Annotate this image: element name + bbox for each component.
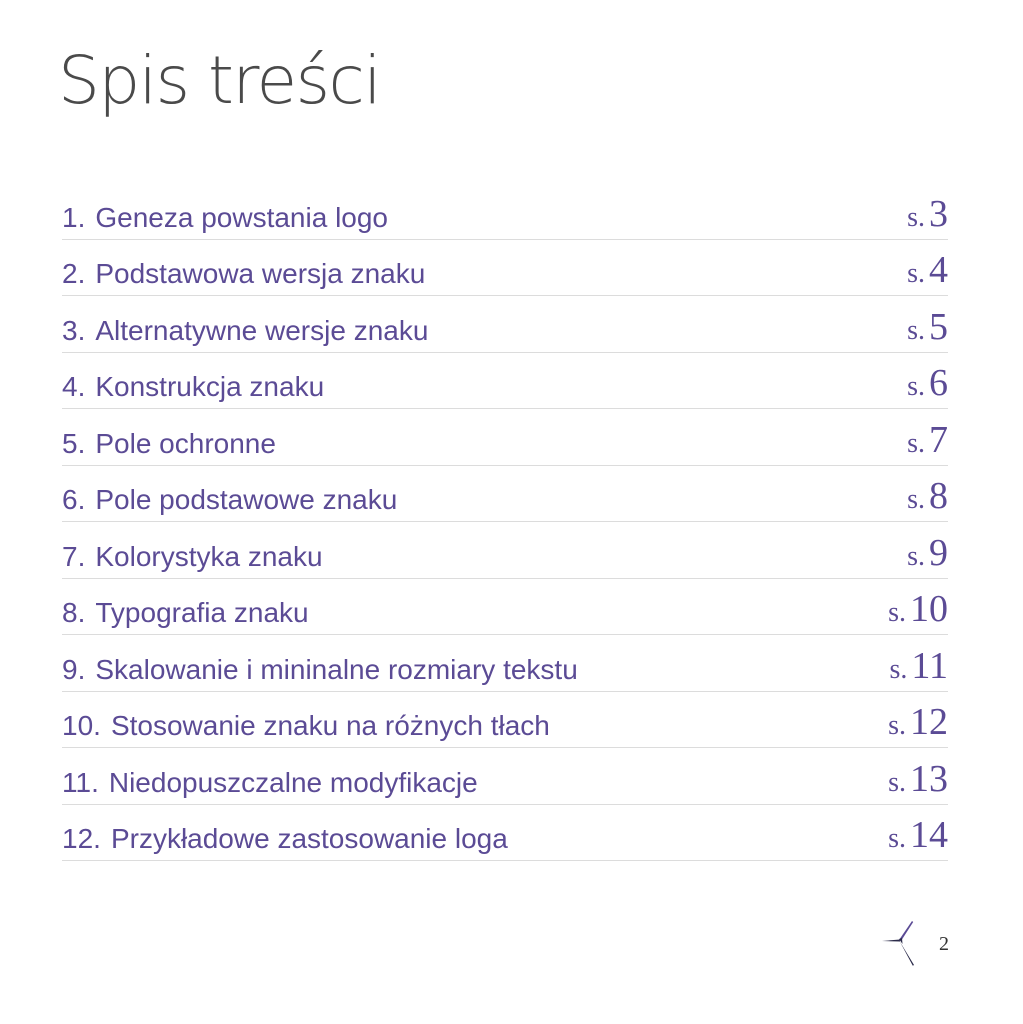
toc-item-title: Podstawowa wersja znaku (95, 258, 426, 289)
toc-item-number: 11. (62, 766, 99, 798)
toc-item-number: 2. (62, 258, 86, 289)
toc-page-number: 13 (910, 757, 948, 800)
toc-item-title: Skalowanie i mininalne rozmiary tekstu (95, 653, 578, 685)
toc-page-prefix: s. (888, 710, 906, 741)
toc-page-number: 7 (929, 418, 948, 461)
toc-item-label: 10. Stosowanie znaku na różnych tłach (62, 710, 550, 742)
toc-item-5[interactable]: 5. Pole ochronne s. 7 (62, 409, 948, 466)
toc-item-label: 3. Alternatywne wersje znaku (62, 315, 428, 347)
toc-item-label: 6. Pole podstawowe znaku (62, 484, 397, 516)
toc-item-8[interactable]: 8. Typografia znaku s. 10 (62, 579, 948, 635)
toc-item-1[interactable]: 1. Geneza powstania logo s. 3 (62, 183, 948, 240)
toc-page-prefix: s. (889, 653, 908, 685)
toc-item-label: 7. Kolorystyka znaku (62, 541, 323, 573)
toc-page-number: 3 (929, 192, 948, 235)
toc-page-number: 9 (929, 531, 948, 574)
toc-item-title: Geneza powstania logo (95, 201, 389, 233)
table-of-contents: 1. Geneza powstania logo s. 3 2. Podstawowa… (62, 183, 948, 861)
page-number: 2 (939, 933, 949, 955)
toc-item-page: s. 13 (888, 760, 948, 798)
toc-page-prefix: s. (907, 258, 925, 289)
toc-item-page: s. 14 (888, 816, 948, 854)
toc-item-label: 8. Typografia znaku (62, 597, 309, 629)
toc-item-page: s. 4 (907, 251, 948, 289)
toc-item-page: s. 3 (907, 195, 948, 233)
toc-item-title: Typografia znaku (95, 597, 309, 628)
toc-page-prefix: s. (888, 597, 906, 628)
toc-page-number: 10 (910, 588, 948, 630)
toc-item-title: Pole podstawowe znaku (95, 484, 398, 515)
toc-item-number: 7. (62, 540, 86, 572)
toc-page-number: 5 (929, 305, 948, 348)
toc-item-label: 12. Przykładowe zastosowanie loga (62, 823, 508, 855)
toc-item-number: 6. (62, 484, 86, 515)
toc-item-label: 1. Geneza powstania logo (62, 202, 388, 234)
toc-item-title: Konstrukcja znaku (95, 371, 325, 402)
toc-page-number: 11 (911, 644, 948, 687)
toc-item-title: Niedopuszczalne modyfikacje (108, 766, 478, 798)
toc-item-page: s. 7 (907, 421, 948, 459)
toc-item-number: 10. (62, 710, 101, 741)
toc-item-page: s. 6 (907, 364, 948, 402)
toc-item-page: s. 8 (907, 477, 948, 515)
toc-page-prefix: s. (888, 823, 906, 854)
toc-item-6[interactable]: 6. Pole podstawowe znaku s. 8 (62, 466, 948, 522)
toc-page-prefix: s. (907, 201, 925, 233)
toc-page-prefix: s. (907, 427, 925, 459)
toc-item-title: Stosowanie znaku na różnych tłach (110, 710, 550, 741)
toc-item-3[interactable]: 3. Alternatywne wersje znaku s. 5 (62, 296, 948, 353)
toc-item-page: s. 5 (907, 308, 948, 346)
toc-item-7[interactable]: 7. Kolorystyka znaku s. 9 (62, 522, 948, 579)
toc-item-number: 1. (62, 201, 86, 233)
toc-page-number: 6 (929, 362, 948, 404)
toc-page-prefix: s. (907, 371, 925, 402)
toc-item-9[interactable]: 9. Skalowanie i mininalne rozmiary tekstu… (62, 635, 948, 692)
star-logo-icon (882, 921, 914, 966)
toc-item-title: Pole ochronne (95, 427, 276, 459)
toc-item-number: 12. (62, 823, 101, 854)
toc-item-label: 11. Niedopuszczalne modyfikacje (62, 767, 478, 799)
toc-item-4[interactable]: 4. Konstrukcja znaku s. 6 (62, 353, 948, 409)
toc-page-prefix: s. (907, 540, 925, 572)
toc-page-number: 8 (929, 475, 948, 517)
toc-item-page: s. 10 (888, 590, 948, 628)
toc-item-label: 9. Skalowanie i mininalne rozmiary tekstu (62, 654, 578, 686)
toc-item-title: Przykładowe zastosowanie loga (110, 823, 508, 854)
toc-item-label: 4. Konstrukcja znaku (62, 371, 324, 403)
toc-item-12[interactable]: 12. Przykładowe zastosowanie loga s. 14 (62, 805, 948, 861)
toc-item-2[interactable]: 2. Podstawowa wersja znaku s. 4 (62, 240, 948, 296)
toc-item-number: 4. (62, 371, 86, 402)
toc-item-number: 3. (62, 314, 86, 346)
toc-page-number: 14 (910, 814, 948, 856)
toc-item-number: 9. (62, 653, 86, 685)
toc-page-prefix: s. (888, 766, 906, 798)
toc-item-label: 2. Podstawowa wersja znaku (62, 258, 425, 290)
toc-item-title: Kolorystyka znaku (95, 540, 323, 572)
toc-page-prefix: s. (907, 314, 925, 346)
toc-item-11[interactable]: 11. Niedopuszczalne modyfikacje s. 13 (62, 748, 948, 805)
toc-item-number: 5. (62, 427, 86, 459)
toc-item-page: s. 11 (890, 647, 949, 685)
toc-item-label: 5. Pole ochronne (62, 428, 276, 460)
toc-item-10[interactable]: 10. Stosowanie znaku na różnych tłach s. 1… (62, 692, 948, 748)
toc-item-page: s. 9 (907, 534, 948, 572)
toc-page-number: 4 (929, 249, 948, 291)
page-title: Spis treści (58, 42, 382, 119)
toc-item-number: 8. (62, 597, 86, 628)
toc-item-page: s. 12 (888, 703, 948, 741)
toc-item-title: Alternatywne wersje znaku (95, 314, 429, 346)
toc-page-prefix: s. (907, 484, 925, 515)
toc-page-number: 12 (910, 701, 948, 743)
